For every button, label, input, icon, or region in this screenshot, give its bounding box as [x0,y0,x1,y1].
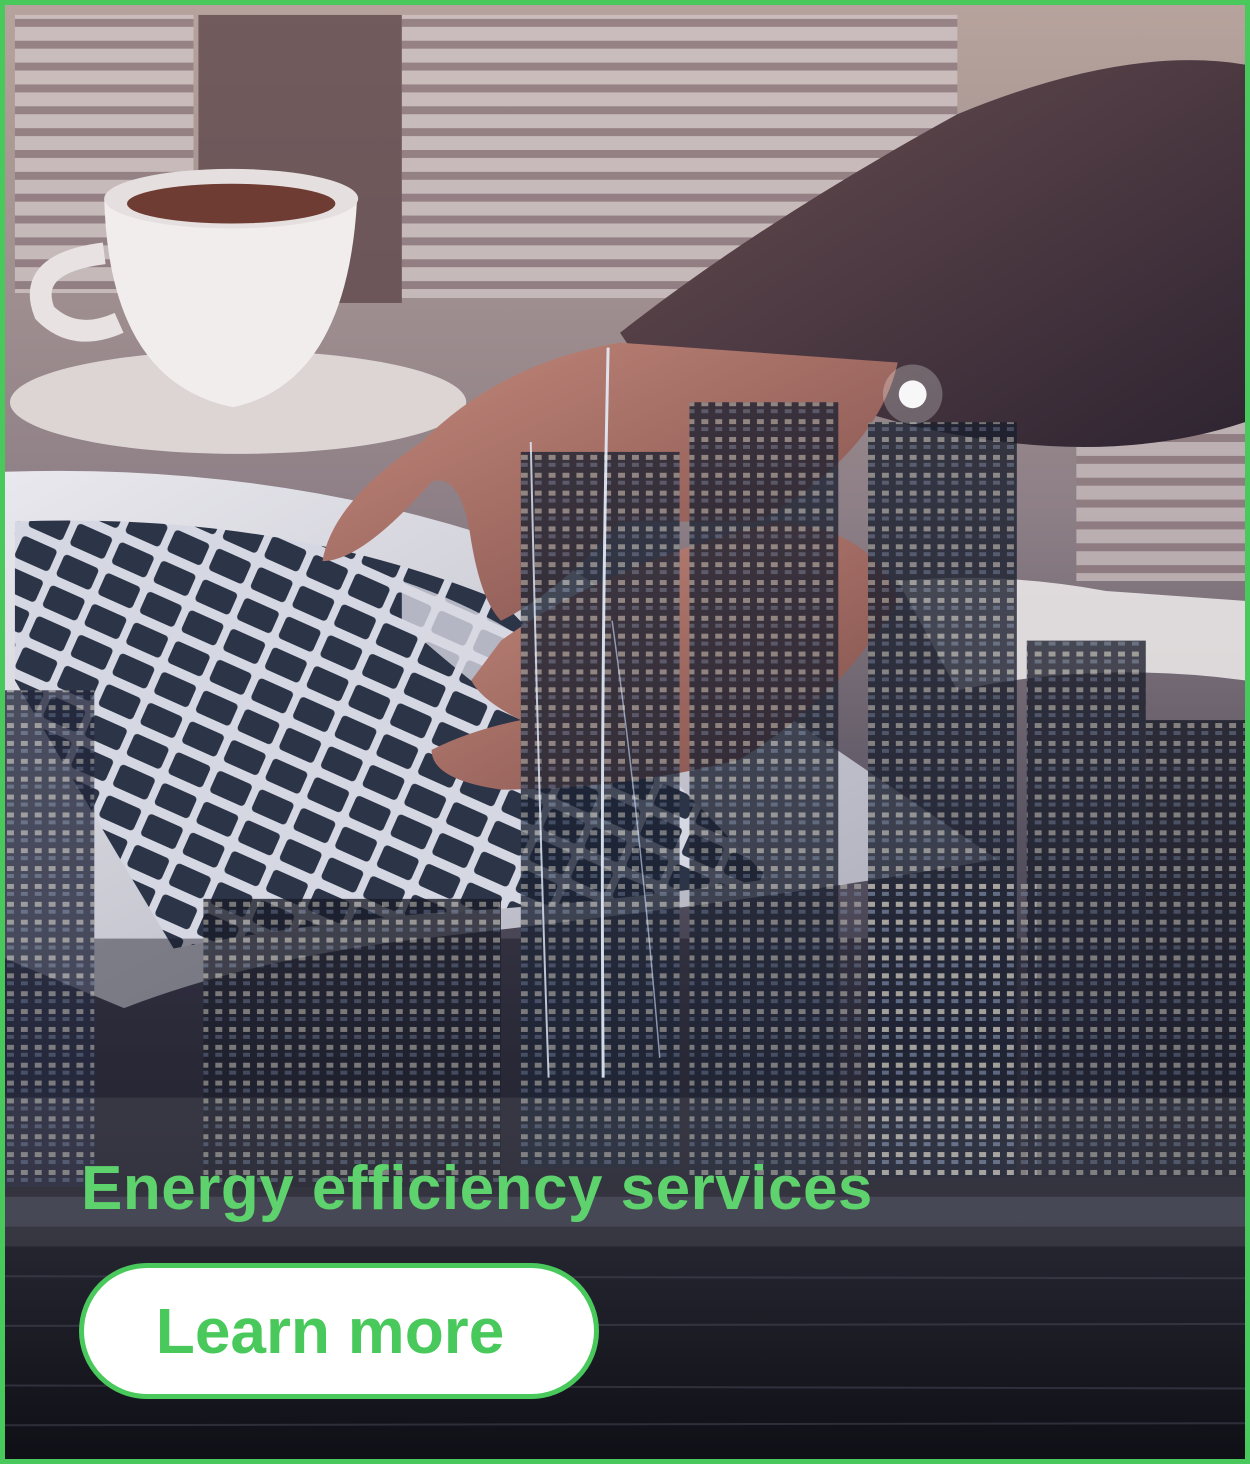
hero-image [5,5,1245,1459]
learn-more-label: Learn more [155,1295,505,1367]
learn-more-button[interactable]: Learn more [79,1263,599,1399]
promo-card[interactable]: Energy efficiency services Learn more [0,0,1250,1464]
card-title: Energy efficiency services [81,1154,873,1223]
laptop-city-photo-icon [5,5,1245,1459]
